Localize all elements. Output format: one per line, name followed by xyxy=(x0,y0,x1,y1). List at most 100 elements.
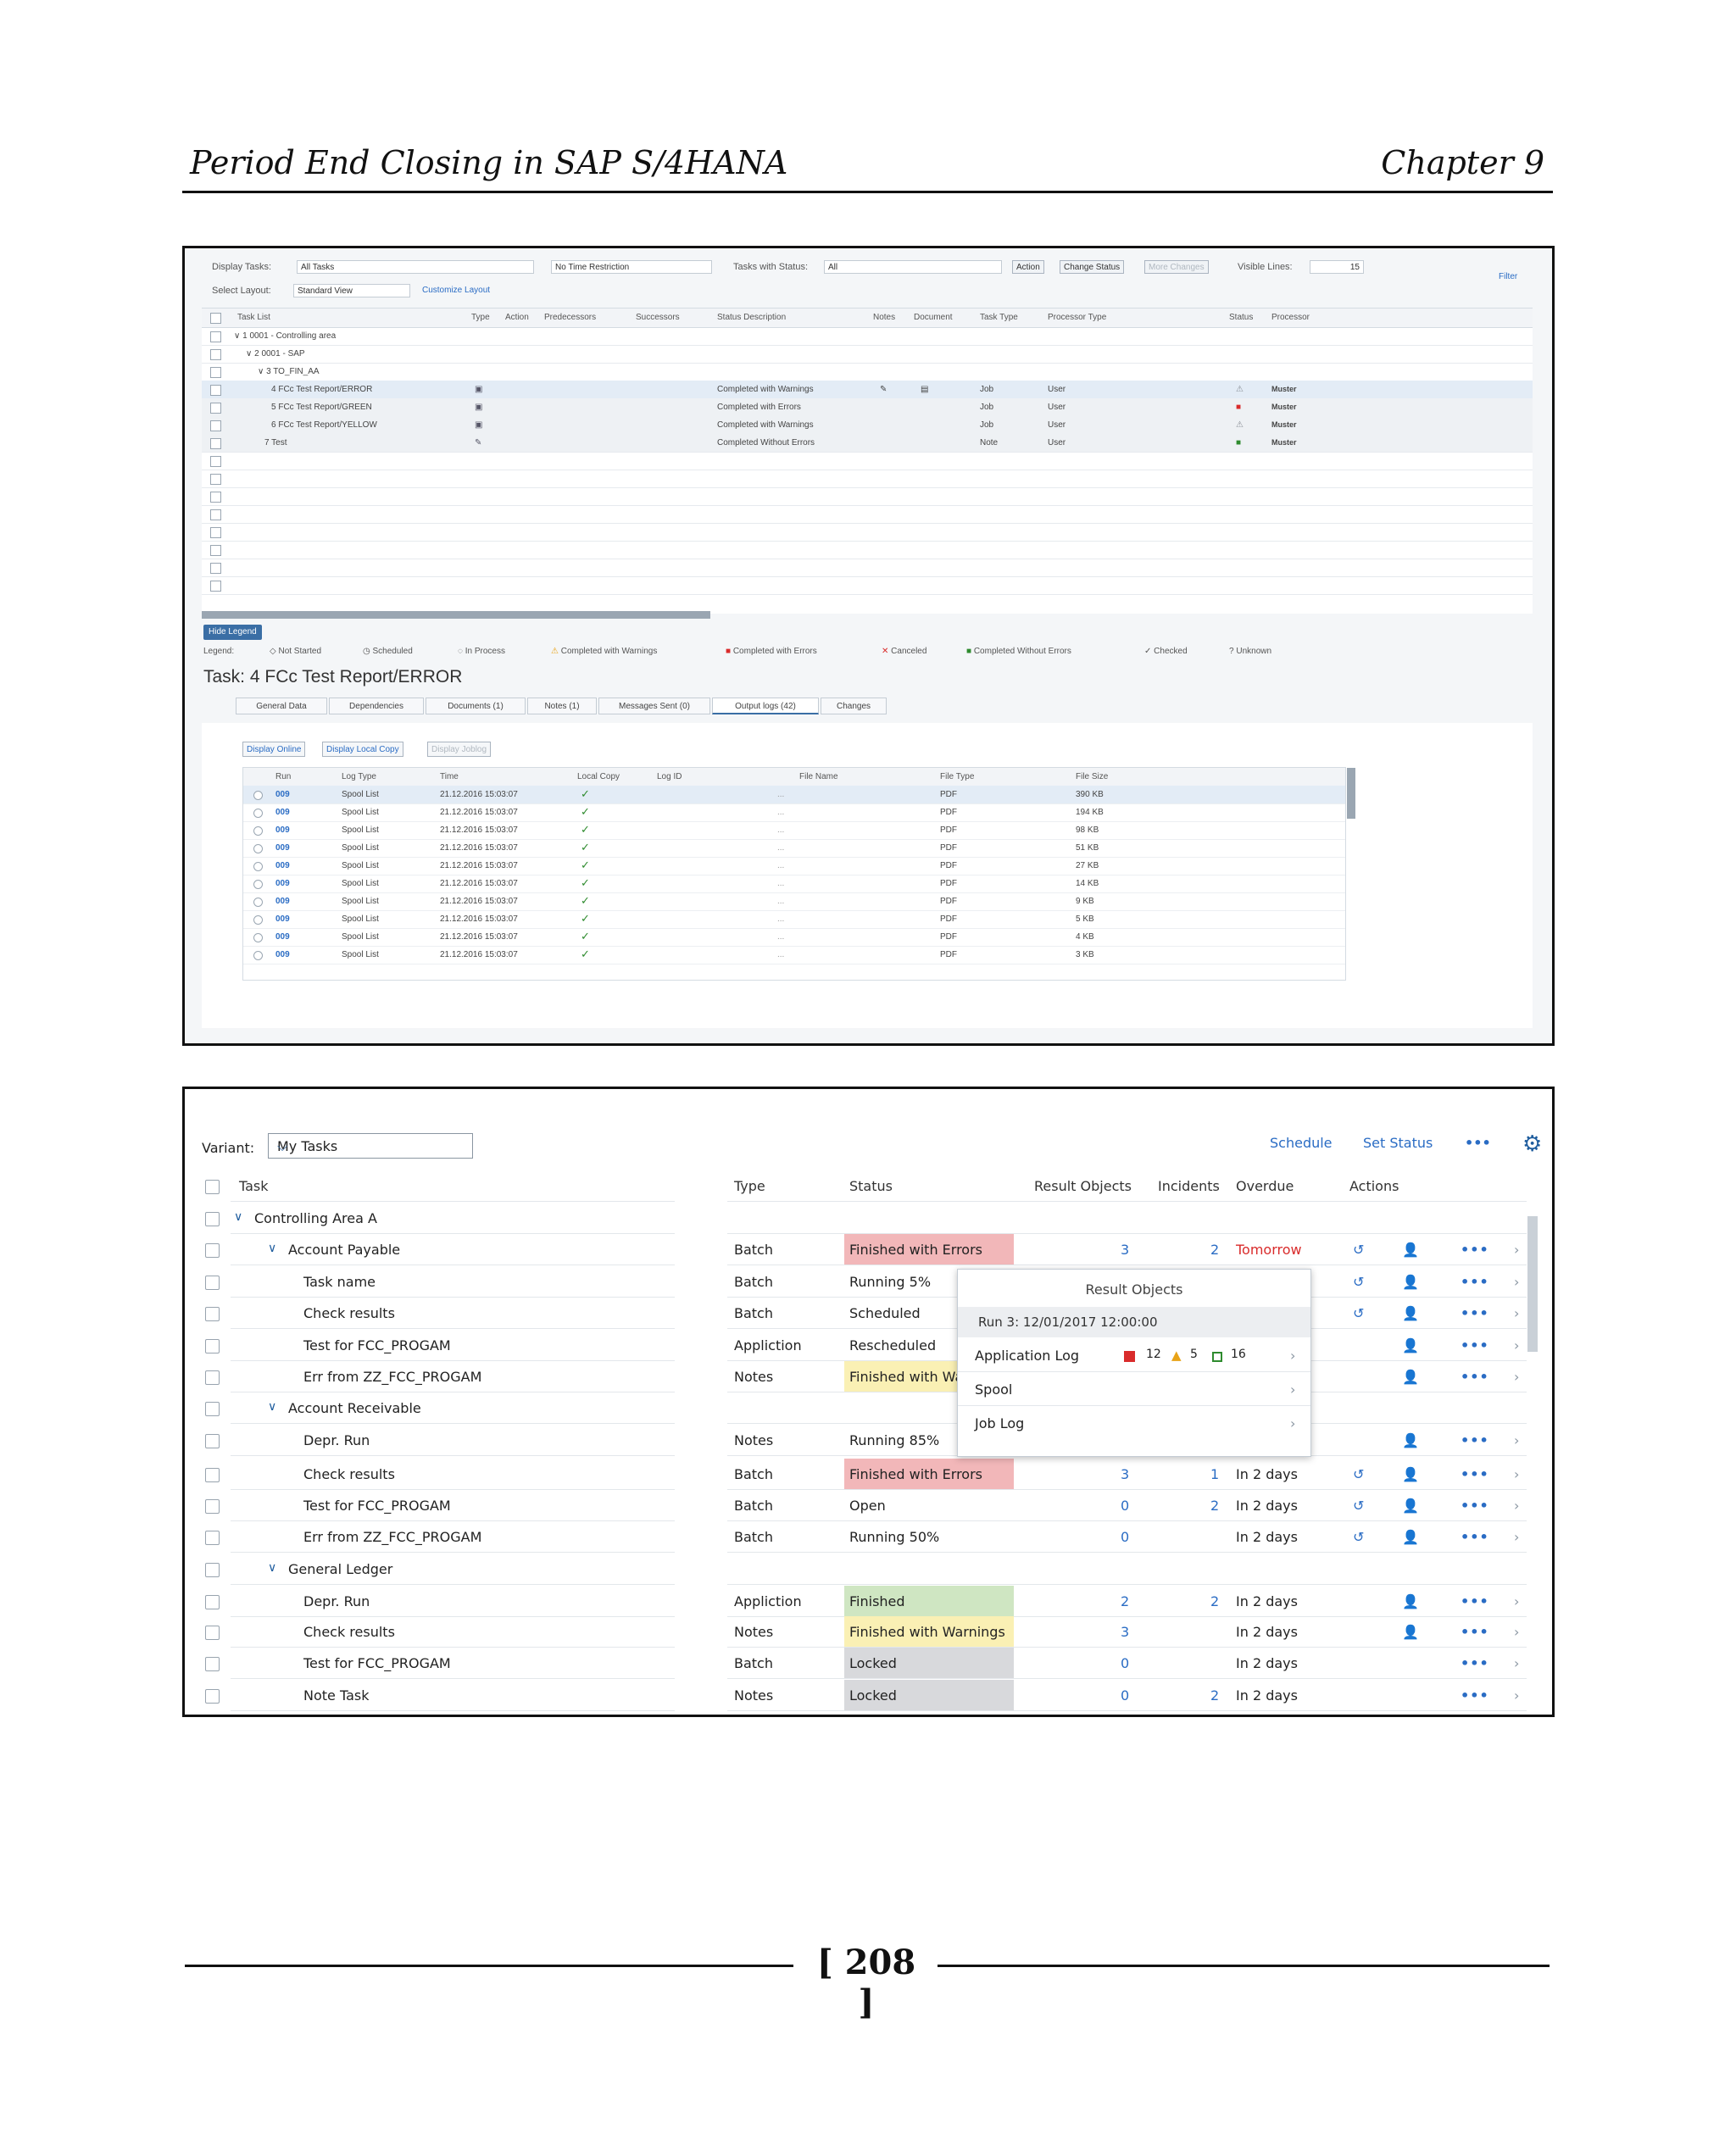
row-checkbox[interactable] xyxy=(205,1370,220,1385)
chevron-right-icon[interactable]: › xyxy=(1514,1305,1519,1321)
log-history-icon[interactable]: ↺ xyxy=(1353,1274,1364,1290)
visible-lines-input[interactable]: 15 xyxy=(1310,260,1364,274)
row-checkbox[interactable] xyxy=(210,456,221,467)
select-all-checkbox[interactable] xyxy=(210,313,221,324)
chevron-right-icon[interactable]: › xyxy=(1514,1242,1519,1258)
row-checkbox[interactable] xyxy=(205,1434,220,1448)
task-list-row[interactable]: 7 Test ✎ Completed Without Errors Note User ■… xyxy=(202,434,1533,453)
row-checkbox[interactable] xyxy=(210,349,221,360)
task-row[interactable]: Check results Finished with Warnings Notes… xyxy=(185,1616,1552,1648)
row-checkbox[interactable] xyxy=(210,474,221,485)
output-log-row[interactable]: 009 Spool List 21.12.2016 15:03:07 ✓... PDF 2… xyxy=(243,857,1345,875)
tasks-with-status-select[interactable]: All xyxy=(824,260,1002,274)
chevron-right-icon[interactable]: › xyxy=(1514,1432,1519,1448)
more-actions-button[interactable]: ••• xyxy=(1465,1135,1491,1151)
chevron-right-icon[interactable]: › xyxy=(1514,1593,1519,1609)
variant-select[interactable]: My Tasks ⌵ xyxy=(268,1133,473,1159)
row-radio[interactable] xyxy=(253,826,263,836)
schedule-button[interactable]: Schedule xyxy=(1270,1135,1333,1151)
display-local-copy-button[interactable]: Display Local Copy xyxy=(322,742,403,757)
task-list-row[interactable]: 6 FCc Test Report/YELLOW ▣ Completed with … xyxy=(202,416,1533,435)
task-row[interactable]: Depr. Run Finished Appliction 2 2 In 2 days 👤 •… xyxy=(185,1586,1552,1617)
assign-user-icon[interactable]: 👤 xyxy=(1402,1498,1419,1514)
task-list-row[interactable]: ∨ 1 0001 - Controlling area xyxy=(202,327,1533,346)
task-list-row[interactable]: 5 FCc Test Report/GREEN ▣ Completed with E… xyxy=(202,398,1533,417)
chevron-right-icon[interactable]: › xyxy=(1514,1369,1519,1385)
log-history-icon[interactable]: ↺ xyxy=(1353,1305,1364,1321)
row-checkbox[interactable] xyxy=(205,1402,220,1416)
more-changes-button[interactable]: More Changes xyxy=(1144,260,1209,274)
filter-link[interactable]: Filter xyxy=(1499,272,1517,281)
task-row[interactable]: Check results Finished with Errors Batch 3 1… xyxy=(185,1459,1552,1490)
row-radio[interactable] xyxy=(253,880,263,889)
row-checkbox[interactable] xyxy=(205,1626,220,1640)
chevron-right-icon[interactable]: › xyxy=(1514,1337,1519,1353)
select-all-checkbox[interactable] xyxy=(205,1180,220,1194)
chevron-down-icon[interactable]: ∨ xyxy=(268,1400,276,1414)
row-checkbox[interactable] xyxy=(210,563,221,574)
tab-general-data[interactable]: General Data xyxy=(236,698,327,714)
assign-user-icon[interactable]: 👤 xyxy=(1402,1337,1419,1353)
task-row[interactable]: Note Task Locked Notes 0 2 In 2 days ••• › xyxy=(185,1680,1552,1711)
chevron-right-icon[interactable]: › xyxy=(1514,1655,1519,1671)
task-row[interactable]: Err from ZZ_FCC_PROGAM Running 50% Batch 0 I… xyxy=(185,1521,1552,1553)
assign-user-icon[interactable]: 👤 xyxy=(1402,1593,1419,1609)
task-list-row[interactable]: ∨ 2 0001 - SAP xyxy=(202,345,1533,364)
row-checkbox[interactable] xyxy=(205,1531,220,1545)
row-checkbox[interactable] xyxy=(205,1499,220,1514)
row-checkbox[interactable] xyxy=(210,367,221,378)
assign-user-icon[interactable]: 👤 xyxy=(1402,1432,1419,1448)
output-log-row[interactable]: 009 Spool List 21.12.2016 15:03:07 ✓... PDF 5… xyxy=(243,910,1345,929)
chevron-right-icon[interactable]: › xyxy=(1514,1274,1519,1290)
row-checkbox[interactable] xyxy=(205,1276,220,1290)
row-more-icon[interactable]: ••• xyxy=(1461,1593,1489,1609)
hide-legend-button[interactable]: Hide Legend xyxy=(203,625,262,640)
row-checkbox[interactable] xyxy=(210,527,221,538)
row-checkbox[interactable] xyxy=(205,1468,220,1482)
row-radio[interactable] xyxy=(253,791,263,800)
output-log-row[interactable]: 009 Spool List 21.12.2016 15:03:07 ✓... PDF 3… xyxy=(243,946,1345,964)
tab-output-logs[interactable]: Output logs (42) xyxy=(712,698,819,714)
row-checkbox[interactable] xyxy=(205,1657,220,1671)
task-table-scrollbar[interactable] xyxy=(1527,1216,1538,1352)
task-row[interactable]: Err from ZZ_FCC_PROGAM Finished with Warn… xyxy=(185,1361,1552,1392)
row-more-icon[interactable]: ••• xyxy=(1461,1655,1489,1671)
row-more-icon[interactable]: ••• xyxy=(1461,1337,1489,1353)
log-history-icon[interactable]: ↺ xyxy=(1353,1529,1364,1545)
chevron-right-icon[interactable]: › xyxy=(1514,1529,1519,1545)
gear-icon[interactable]: ⚙ xyxy=(1522,1131,1542,1157)
row-checkbox[interactable] xyxy=(210,420,221,431)
row-radio[interactable] xyxy=(253,898,263,907)
task-list-row[interactable]: ∨ 3 TO_FIN_AA xyxy=(202,363,1533,381)
row-more-icon[interactable]: ••• xyxy=(1461,1529,1489,1545)
row-more-icon[interactable]: ••• xyxy=(1461,1432,1489,1448)
output-log-row[interactable]: 009 Spool List 21.12.2016 15:03:07 ✓... PDF 1… xyxy=(243,875,1345,893)
task-row[interactable]: Depr. Run Running 85% Notes 👤 ••• › xyxy=(185,1425,1552,1456)
select-layout-select[interactable]: Standard View xyxy=(293,284,410,297)
assign-user-icon[interactable]: 👤 xyxy=(1402,1529,1419,1545)
row-radio[interactable] xyxy=(253,809,263,818)
row-checkbox[interactable] xyxy=(205,1212,220,1226)
log-history-icon[interactable]: ↺ xyxy=(1353,1466,1364,1482)
output-log-row[interactable]: 009 Spool List 21.12.2016 15:03:07 ✓... PDF 1… xyxy=(243,803,1345,822)
row-more-icon[interactable]: ••• xyxy=(1461,1274,1489,1290)
row-checkbox[interactable] xyxy=(205,1243,220,1258)
horizontal-scrollbar[interactable] xyxy=(202,611,710,619)
time-restriction-select[interactable]: No Time Restriction xyxy=(551,260,712,274)
assign-user-icon[interactable]: 👤 xyxy=(1402,1624,1419,1640)
set-status-button[interactable]: Set Status xyxy=(1363,1135,1433,1151)
row-checkbox[interactable] xyxy=(210,331,221,342)
row-more-icon[interactable]: ••• xyxy=(1461,1305,1489,1321)
group-row[interactable]: ∨ Account Payable Finished with Errors Batc… xyxy=(185,1234,1552,1265)
log-history-icon[interactable]: ↺ xyxy=(1353,1242,1364,1258)
output-log-row[interactable]: 009 Spool List 21.12.2016 15:03:07 ✓... PDF 3… xyxy=(243,786,1345,804)
output-log-row[interactable]: 009 Spool List 21.12.2016 15:03:07 ✓... PDF 4… xyxy=(243,928,1345,947)
action-button[interactable]: Action xyxy=(1012,260,1044,274)
log-history-icon[interactable]: ↺ xyxy=(1353,1498,1364,1514)
assign-user-icon[interactable]: 👤 xyxy=(1402,1242,1419,1258)
group-row[interactable]: ∨ General Ledger xyxy=(185,1554,1552,1585)
job-log-item[interactable]: Job Log › xyxy=(958,1407,1310,1439)
chevron-right-icon[interactable]: › xyxy=(1514,1687,1519,1704)
group-row[interactable]: ∨ Account Receivable xyxy=(185,1392,1552,1424)
assign-user-icon[interactable]: 👤 xyxy=(1402,1466,1419,1482)
